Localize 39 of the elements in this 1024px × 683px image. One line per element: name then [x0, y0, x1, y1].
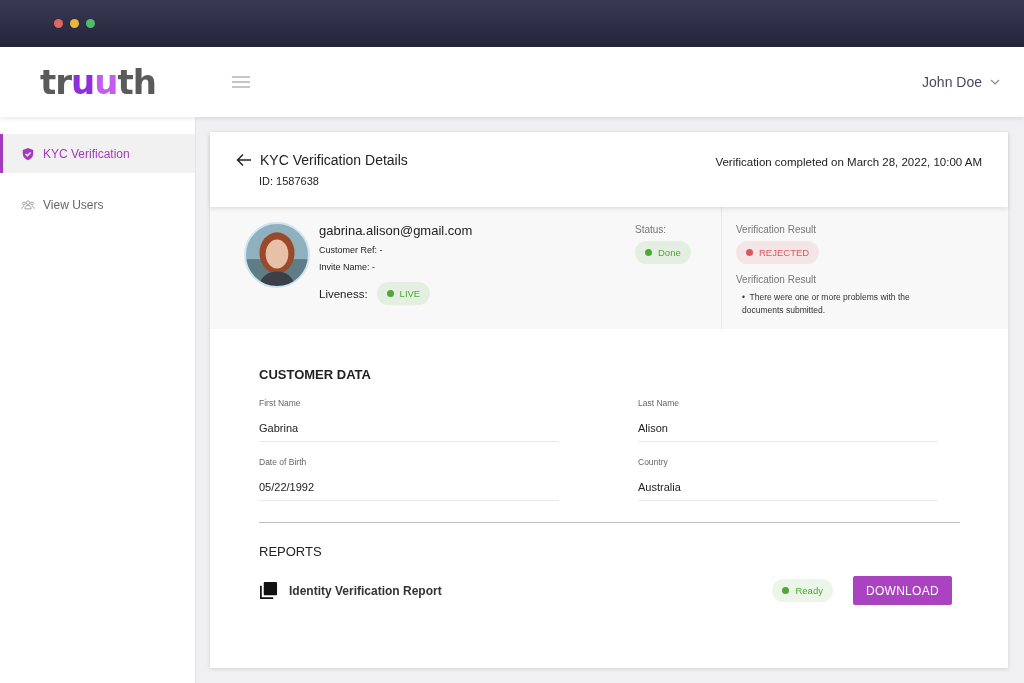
invite-name: Invite Name: - — [319, 262, 377, 272]
completion-date: Verification completed on March 28, 2022, 10:00 AM — [715, 156, 982, 170]
report-name: Identity Verification Report — [289, 583, 442, 598]
verification-id: ID: 1587638 — [259, 175, 320, 187]
result-label: Verification Result — [736, 274, 818, 285]
liveness-label: Liveness: — [319, 287, 368, 300]
shield-check-icon — [21, 146, 35, 161]
field-label: First Name — [259, 398, 302, 408]
user-menu[interactable]: John Doe — [918, 70, 1004, 94]
field-value: 05/22/1992 — [259, 467, 559, 501]
result-note: • There were one or more problems with the documents submitted. — [741, 291, 911, 317]
sidebar-item[interactable]: KYC Verification — [0, 134, 195, 173]
download-button[interactable]: DOWNLOAD — [852, 576, 952, 605]
result-label: Verification Result — [736, 224, 818, 235]
status-label: Status: — [635, 224, 668, 235]
field-label: Country — [638, 457, 669, 467]
caret-icon — [990, 79, 1000, 85]
status-badge: Ready — [772, 579, 833, 602]
close-button[interactable] — [54, 19, 63, 28]
status-badge: REJECTED — [736, 241, 820, 264]
page-title: KYC Verification Details — [260, 152, 408, 168]
back-arrow-icon[interactable] — [236, 153, 252, 167]
logo: truuth — [40, 65, 156, 99]
sidebar-item[interactable]: View Users — [0, 185, 195, 224]
field-label: Last Name — [638, 398, 681, 408]
field-value: Gabrina — [259, 408, 559, 442]
users-icon — [21, 197, 35, 212]
field-label: Date of Birth — [259, 457, 308, 467]
customer-ref: Customer Ref: - — [319, 245, 384, 255]
section-title: REPORTS — [259, 544, 323, 559]
field-value: Alison — [638, 408, 938, 442]
minimize-button[interactable] — [70, 19, 79, 28]
pdf-icon — [259, 581, 278, 600]
status-badge: LIVE — [376, 282, 431, 305]
customer-email: gabrina.alison@gmail.com — [319, 223, 474, 238]
maximize-button[interactable] — [86, 19, 95, 28]
field-value: Australia — [638, 467, 938, 501]
status-badge: Done — [635, 241, 691, 264]
section-title: CUSTOMER DATA — [259, 367, 372, 382]
